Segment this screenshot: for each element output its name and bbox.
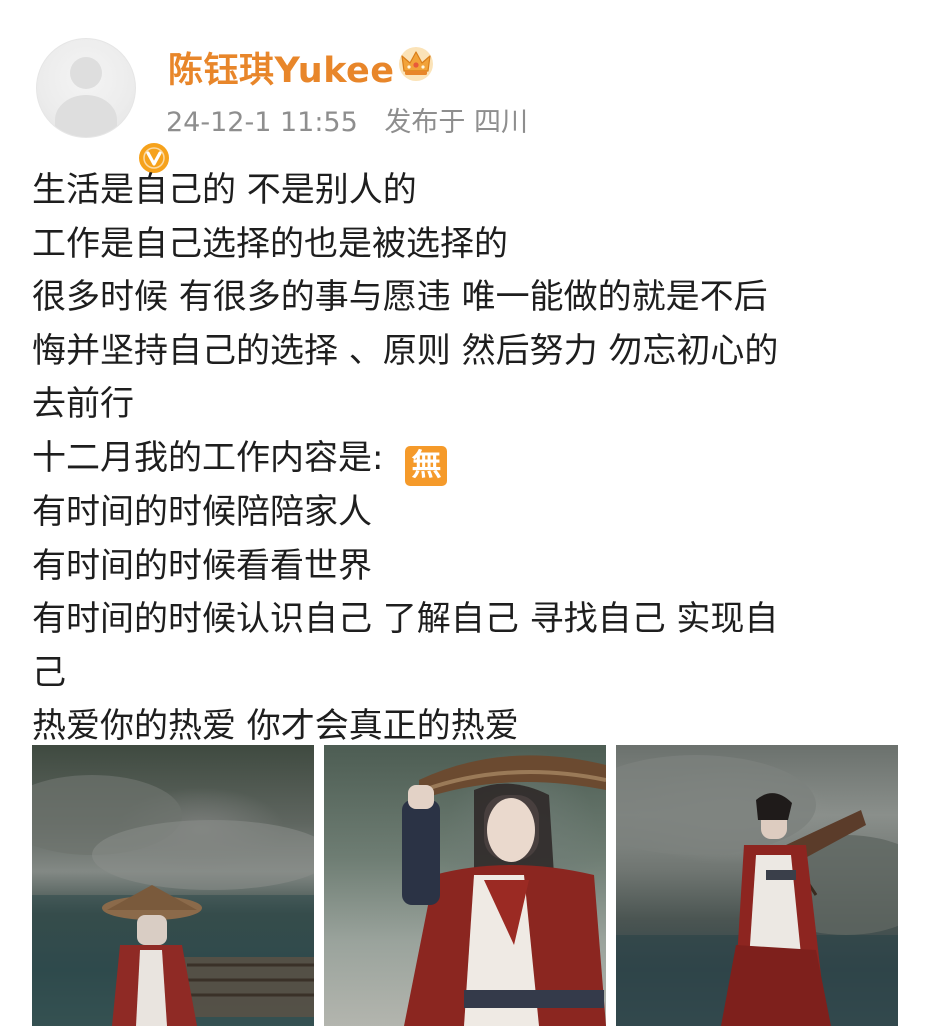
photo-2-illustration <box>402 755 606 1026</box>
wu-emoji-icon: 無 <box>405 445 448 486</box>
author-name[interactable]: 陈钰琪Yukee <box>168 42 395 93</box>
content-line: 十二月我的工作内容是: <box>32 437 384 478</box>
photo-3-illustration <box>616 755 898 1026</box>
content-line: 工作是自己选择的也是被选择的 <box>32 223 508 264</box>
content-line: 有时间的时候看看世界 <box>32 545 372 586</box>
content-line: 有时间的时候认识自己 了解自己 寻找自己 实现自 <box>32 599 779 640</box>
photo-1-illustration <box>32 775 314 1026</box>
post-meta: 24-12-1 11:55 发布于 四川 <box>166 100 546 139</box>
content-line: 有时间的时候陪陪家人 <box>32 491 372 532</box>
post-content: 生活是自己的 不是别人的 工作是自己选择的也是被选择的 很多时候 有很多的事与愿… <box>32 164 902 754</box>
content-line: 去前行 <box>32 384 134 425</box>
author-avatar[interactable] <box>36 38 172 176</box>
avatar <box>36 38 136 138</box>
content-line: 悔并坚持自己的选择 、原则 然后努力 勿忘初心的 <box>32 330 779 371</box>
post-time: 24-12-1 11:55 <box>166 107 358 138</box>
post-location: 发布于 四川 <box>384 107 528 138</box>
content-line: 很多时候 有很多的事与愿违 唯一能做的就是不后 <box>32 277 768 318</box>
content-line-with-emoji: 十二月我的工作内容是: 無 <box>32 432 902 486</box>
crown-icon <box>399 47 433 81</box>
post-image-2[interactable] <box>324 745 606 1026</box>
content-line: 生活是自己的 不是别人的 <box>32 170 417 210</box>
post-image-3[interactable] <box>616 745 898 1026</box>
content-line: 己 <box>32 652 66 693</box>
post-image-1[interactable] <box>32 745 314 1026</box>
